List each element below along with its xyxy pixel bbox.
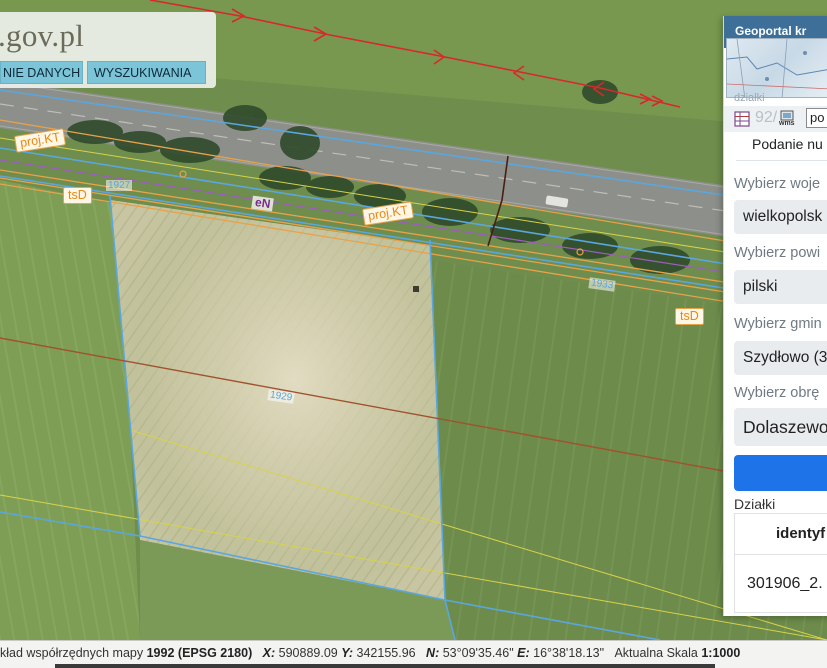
precinct-label: Wybierz obrę [734,385,820,401]
data-upload-button[interactable]: NIE DANYCH [0,61,83,84]
logo-panel: .gov.pl NIE DANYCH WYSZUKIWANIA [0,12,216,88]
crs-prefix: kład współrzędnych mapy [0,646,147,660]
county-select[interactable]: pilski [734,270,827,304]
overview-map-thumbnail[interactable] [726,38,827,98]
panel-subtitle: działki [734,92,765,104]
voivodeship-select[interactable]: wielkopolsk [734,200,827,234]
table-header-identifier: identyf [734,513,827,555]
search-panel: Geoportal kr działki 92/ wms po Podanie … [723,16,827,616]
x-coord-value: 590889.09 [278,646,338,660]
x-coord-label: X: [262,646,276,660]
search-type-select[interactable]: po [806,108,827,128]
zoning-label-tsd: tsD [63,187,92,204]
zoning-label-en: eN [251,195,275,212]
search-menu-button[interactable]: WYSZUKIWANIA [87,61,206,84]
site-logo[interactable]: .gov.pl [0,18,84,54]
panel-toolbar: 92/ wms po [724,106,827,132]
county-label: Wybierz powi [734,245,821,261]
toolbar-faded-text: 92/ [755,109,778,126]
search-submit-button[interactable] [734,455,827,491]
tab-parcel-number[interactable]: Podanie nu [752,136,823,152]
lat-label: N: [426,646,440,660]
y-coord-label: Y: [341,646,354,660]
y-coord-value: 342155.96 [356,646,416,660]
table-icon[interactable] [734,111,750,127]
scale-label: Aktualna Skala [614,646,698,660]
voivodeship-label: Wybierz woje [734,176,821,192]
crs-code: 1992 [146,646,175,660]
wms-icon[interactable]: wms [778,110,796,128]
precinct-select[interactable]: Dolaszewo [734,408,827,446]
map-view[interactable]: proj.KT proj.KT tsD tsD eN 1927 1933 192… [0,0,827,640]
commune-select[interactable]: Szydłowo (3 [734,341,827,375]
taskbar-strip [55,664,715,668]
crs-epsg: (EPSG 2180) [177,646,253,660]
lon-value: 16°38'18.13" [533,646,605,660]
wms-icon-label: wms [779,120,795,127]
table-row[interactable]: 301906_2. [734,555,827,613]
zoning-label-tsd: tsD [675,308,704,325]
parcel-number-label: 1927 [106,180,133,191]
tab-divider [736,160,827,161]
lat-value: 53°09'35.46" [442,646,514,660]
overview-map-icon [727,39,827,97]
parcels-section-label: Działki [734,496,776,512]
panel-title-text: Geoportal kr [735,24,807,38]
lon-label: E: [517,646,530,660]
commune-label: Wybierz gmin [734,316,822,332]
scale-value: 1:1000 [701,646,741,660]
